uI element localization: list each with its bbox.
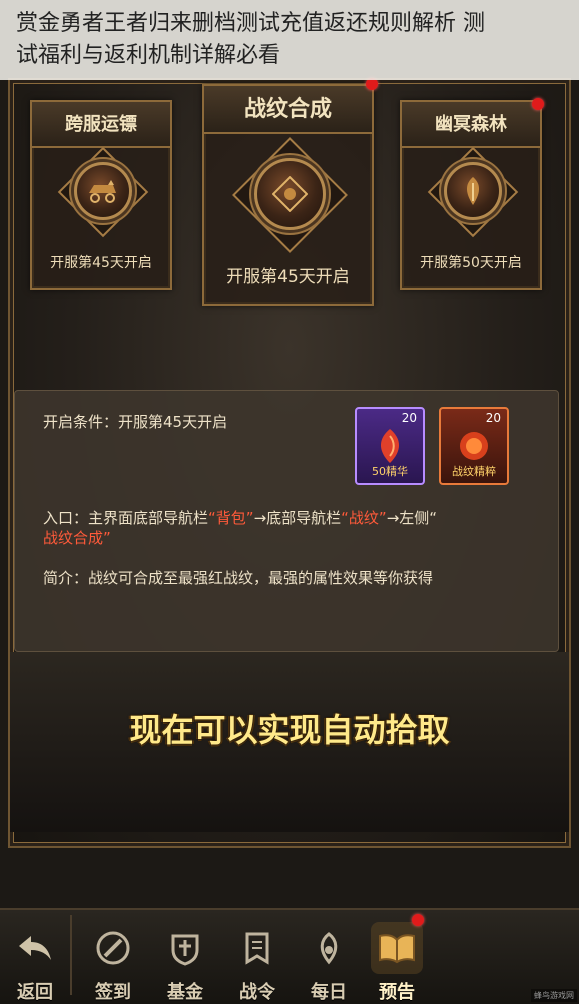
- open-condition: 开启条件：开服第45天开启: [43, 413, 228, 431]
- fund-icon: [159, 922, 211, 974]
- back-arrow-icon: [9, 922, 61, 974]
- nav-label: 返回: [17, 982, 53, 1003]
- rune-icon: [254, 158, 326, 230]
- battle-pass-icon: [231, 922, 283, 974]
- entry-bag-highlight: “背包”: [208, 509, 254, 527]
- headline-line-1: 赏金勇者王者归来删档测试充值返还规则解析 测: [16, 11, 485, 36]
- entry-path-line2: 战纹合成”: [43, 529, 111, 547]
- card-title: 幽冥森林: [402, 102, 540, 148]
- notification-badge: [532, 98, 544, 110]
- card-nether-forest[interactable]: 幽冥森林 开服第50天开启: [400, 100, 542, 290]
- feature-info-panel: 开启条件：开服第45天开启 20 50精华 20 战纹精粹 入口：主界面底部导航…: [14, 390, 559, 652]
- notification-badge: [412, 914, 424, 926]
- entry-path: 入口：主界面底部导航栏“背包”→底部导航栏“战纹”→左侧“: [43, 509, 438, 527]
- nav-divider: [70, 915, 72, 995]
- card-open-text: 开服第45天开启: [226, 267, 350, 287]
- nav-label: 签到: [95, 982, 131, 1003]
- auto-pickup-banner: 现在可以实现自动拾取: [129, 711, 450, 749]
- forest-icon: [444, 162, 502, 220]
- card-open-text: 开服第50天开启: [420, 255, 522, 271]
- site-watermark: 蜂鸟游戏网: [531, 989, 577, 1002]
- card-title: 跨服运镖: [32, 102, 170, 148]
- card-title: 战纹合成: [204, 86, 372, 134]
- card-open-text: 开服第45天开启: [50, 255, 152, 271]
- essence-icon: [380, 429, 400, 463]
- nav-back[interactable]: 返回: [0, 916, 70, 1004]
- nav-fund[interactable]: 基金: [150, 916, 220, 1004]
- nav-battle-pass[interactable]: 战令: [222, 916, 292, 1004]
- nav-label: 战令: [239, 982, 275, 1003]
- item-slot-essence[interactable]: 20 50精华: [355, 407, 425, 485]
- nav-label: 基金: [167, 982, 203, 1003]
- nav-sign-in[interactable]: 签到: [78, 916, 148, 1004]
- nav-preview[interactable]: 预告: [362, 916, 432, 1004]
- fire-orb-icon: [460, 432, 488, 460]
- nav-daily[interactable]: 每日: [294, 916, 364, 1004]
- item-slot-rune-essence[interactable]: 20 战纹精粹: [439, 407, 509, 485]
- preview-book-icon: [371, 922, 423, 974]
- sign-in-icon: [87, 922, 139, 974]
- item-name: 50精华: [372, 465, 408, 478]
- card-rune-synthesis[interactable]: 战纹合成 开服第45天开启: [202, 84, 374, 306]
- feature-intro: 简介：战纹可合成至最强红战纹，最强的属性效果等你获得: [43, 569, 434, 587]
- nav-label: 预告: [379, 982, 415, 1003]
- nav-label: 每日: [311, 982, 347, 1003]
- item-count: 20: [401, 411, 417, 425]
- card-cross-server-escort[interactable]: 跨服运镖 开服第45天开启: [30, 100, 172, 290]
- headline-line-2: 试福利与返利机制详解必看: [16, 43, 281, 68]
- cart-icon: [74, 162, 132, 220]
- item-count: 20: [485, 411, 501, 425]
- item-name: 战纹精粹: [452, 465, 496, 478]
- entry-rune-highlight: “战纹”: [341, 509, 387, 527]
- daily-icon: [303, 922, 355, 974]
- article-headline: 赏金勇者王者归来删档测试充值返还规则解析 测 试福利与返利机制详解必看: [0, 0, 579, 80]
